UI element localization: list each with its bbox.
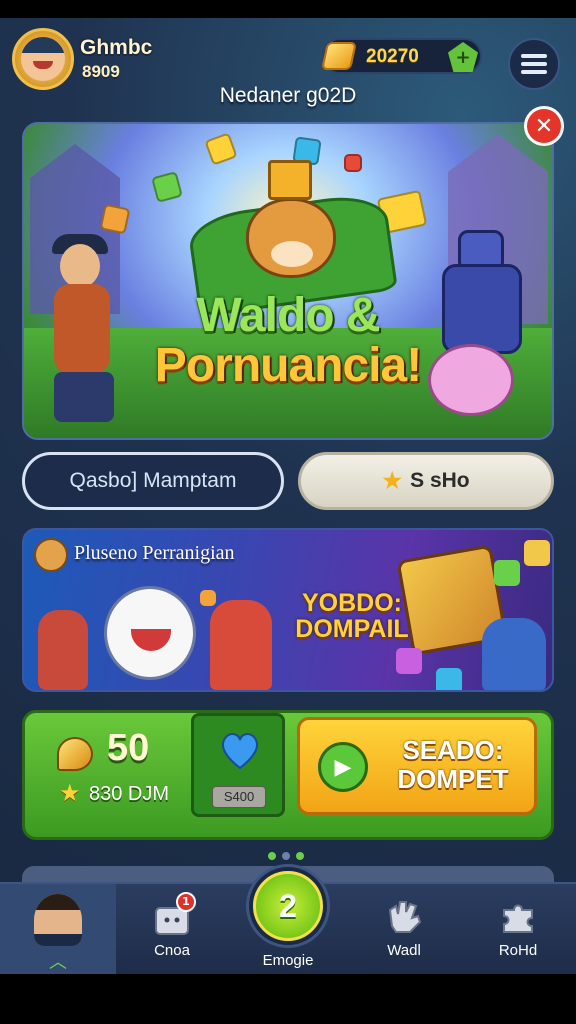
reward-panel: 50 ★ 830 DJM S400 ▶ SEADO: DOMPET: [22, 710, 554, 840]
menu-icon-line: [521, 70, 547, 74]
promo-dog: [104, 586, 196, 680]
page-dot[interactable]: [268, 852, 276, 860]
nav-center-number: 2: [253, 871, 323, 941]
promo-logo-line2: DOMPAIL: [295, 615, 409, 644]
heart-label: S400: [212, 786, 266, 808]
play-icon: ▶: [318, 742, 368, 792]
page-indicator: [268, 852, 304, 860]
floating-block: [524, 540, 550, 566]
promo-kid-left: [38, 610, 88, 690]
tab-left-button[interactable]: Qasbo] Mamptam: [22, 452, 284, 510]
reward-sub-label: 830 DJM: [89, 783, 170, 805]
avatar-face-icon: [21, 37, 65, 81]
gem-plus-icon[interactable]: +: [448, 42, 478, 72]
star-icon: ★: [59, 779, 81, 807]
hand-icon: [388, 901, 422, 933]
hero-title: Waldo & Pornuancia!: [24, 292, 552, 390]
menu-button[interactable]: [508, 38, 560, 90]
floating-gem: [344, 154, 362, 172]
promo-logo: YOBDO: DOMPAIL: [282, 590, 422, 643]
floating-gem: [204, 132, 238, 166]
player-avatar[interactable]: [12, 28, 74, 90]
floating-gem: [151, 171, 183, 203]
nav-item-rohd[interactable]: RoHd: [460, 884, 576, 974]
floating-block: [396, 648, 422, 674]
puzzle-icon: [503, 904, 533, 933]
cta-label-line1: SEADO:: [402, 735, 504, 765]
heart-reward-box[interactable]: S400: [191, 713, 285, 817]
page-dot[interactable]: [296, 852, 304, 860]
menu-icon-line: [521, 54, 547, 58]
star-icon: ★: [382, 468, 403, 493]
nav-center-button[interactable]: 2: [246, 864, 330, 948]
mascot-head: [246, 198, 336, 278]
hero-title-line2: Pornuancia!: [154, 339, 422, 392]
nav-item-wadl[interactable]: Wadl: [348, 884, 460, 974]
game-screen: Ghmbc 8909 20270 + Nedaner g02D ✕ Waldo …: [0, 18, 576, 974]
nav-profile[interactable]: ︿: [0, 884, 116, 974]
chevron-up-icon: ︿: [49, 952, 67, 973]
nav-label-cnoa: Cnoa: [154, 942, 190, 959]
cta-label-line2: DOMPET: [397, 763, 509, 794]
hero-banner[interactable]: Waldo & Pornuancia!: [22, 122, 554, 440]
coin-counter[interactable]: 20270 +: [321, 38, 482, 74]
floating-block: [436, 668, 462, 690]
player-level: 8909: [82, 62, 120, 81]
promo-logo-line1: YOBDO:: [302, 589, 402, 617]
menu-icon-line: [521, 62, 547, 66]
nav-label-emogie: Emogie: [262, 952, 314, 969]
coin-value: 20270: [366, 46, 419, 67]
tab-right-label: S sHo: [410, 469, 470, 492]
floating-block: [494, 560, 520, 586]
promo-kid-guitar: [210, 600, 272, 690]
promo-kid-right: [482, 618, 546, 690]
promo-title: Pluseno Perranigian: [74, 542, 235, 564]
cta-button[interactable]: ▶ SEADO: DOMPET: [297, 717, 537, 815]
promo-character-icon: [34, 538, 68, 572]
top-bar: Ghmbc 8909 20270 + Nedaner g02D: [0, 18, 576, 118]
nav-label-wadl: Wadl: [387, 942, 421, 959]
bottom-navbar: ︿ Cnoa 1 2 Emogie Wadl RoHd: [0, 864, 576, 974]
mascot-hat: [268, 160, 312, 200]
bean-coin-icon: [57, 737, 93, 771]
coin-icon: [321, 42, 357, 70]
event-title: Nedaner g02D: [219, 84, 357, 107]
hero-title-line1: Waldo &: [196, 289, 380, 342]
player-name: Ghmbc: [80, 36, 153, 59]
profile-avatar: [34, 894, 82, 946]
floating-gem: [99, 203, 131, 235]
page-dot[interactable]: [282, 852, 290, 860]
nav-label-rohd: RoHd: [498, 942, 538, 959]
floating-block: [200, 590, 216, 606]
tab-right-button[interactable]: ★ S sHo: [298, 452, 554, 510]
bear-mascot: [186, 160, 398, 318]
promo-banner[interactable]: Pluseno Perranigian YOBDO: DOMPAIL: [22, 528, 554, 692]
nav-item-cnoa[interactable]: Cnoa: [116, 884, 228, 974]
reward-amount: 50: [107, 727, 150, 769]
heart-icon: [222, 732, 258, 770]
guitarist-face: [60, 244, 100, 288]
close-icon: ✕: [534, 113, 554, 139]
cta-label: SEADO: DOMPET: [378, 736, 528, 793]
notification-badge: 1: [176, 892, 196, 912]
close-button[interactable]: ✕: [524, 106, 564, 146]
